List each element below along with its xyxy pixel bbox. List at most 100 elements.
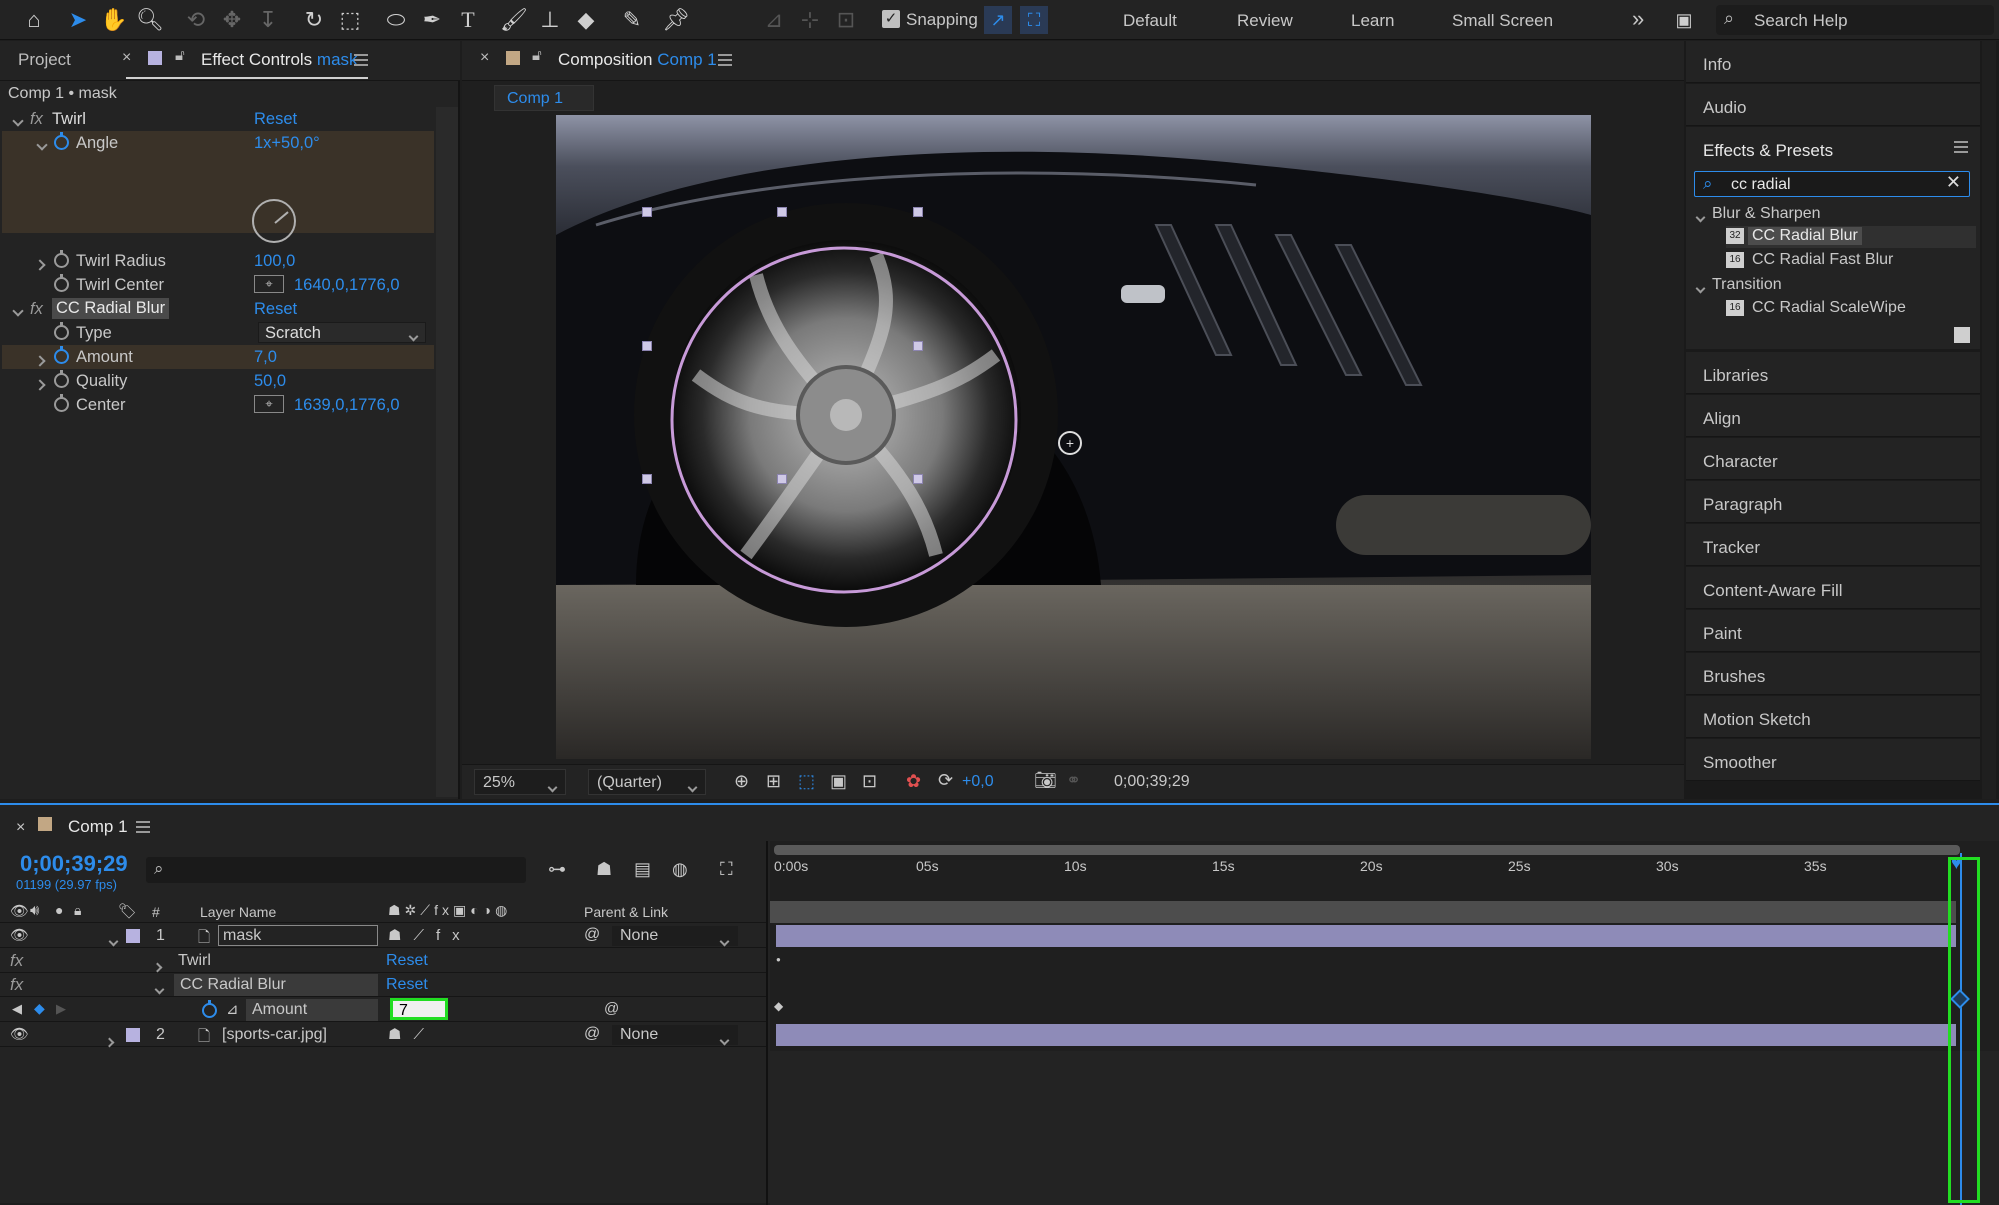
tab-composition[interactable]: Composition Comp 1	[558, 50, 717, 70]
layer-column-divider[interactable]	[766, 841, 768, 1205]
center-stopwatch-icon[interactable]	[54, 394, 69, 415]
brushes-panel-header[interactable]: Brushes	[1686, 653, 1980, 695]
clear-search-icon[interactable]: ✕	[1946, 172, 1961, 193]
effects-search-field[interactable]: ⌕ cc radial ✕	[1694, 171, 1970, 197]
quality-stopwatch-icon[interactable]	[54, 370, 69, 391]
timeline-search-field[interactable]: ⌕	[146, 857, 526, 883]
workspace-layout-icon[interactable]: ▣	[1670, 6, 1698, 34]
radial-blur-reset-link[interactable]: Reset	[254, 300, 297, 319]
radial-blur-effect-name[interactable]: CC Radial Blur	[52, 298, 170, 319]
graph-editor-icon[interactable]: ⛶	[720, 859, 733, 880]
audio-header-icon[interactable]: 🔊︎	[30, 902, 39, 919]
fx-icon[interactable]: fx	[30, 110, 43, 129]
layer-label-swatch[interactable]	[126, 929, 140, 943]
lock-icon[interactable]: 🔓︎	[175, 47, 185, 64]
amount-stopwatch-icon[interactable]	[54, 346, 69, 367]
layer-label-swatch[interactable]	[126, 1028, 140, 1042]
add-keyframe-icon[interactable]: ◆	[34, 1000, 45, 1017]
puppet-pin-icon[interactable]: 📌︎	[662, 6, 690, 34]
radial-blur-chevron-icon[interactable]	[12, 301, 24, 320]
viewer-canvas[interactable]: +	[556, 115, 1591, 759]
work-area-bar[interactable]	[774, 845, 1960, 855]
timeline-menu-icon[interactable]	[136, 821, 150, 833]
fast-previews-icon[interactable]: ⊕	[734, 771, 749, 792]
twirl-radius-row[interactable]: Twirl Radius 100,0	[2, 249, 434, 273]
quality-chevron-icon[interactable]	[34, 375, 46, 394]
layer-expand-chevron-icon[interactable]	[108, 930, 119, 950]
type-tool-icon[interactable]: T	[454, 6, 482, 34]
grid-guides-icon[interactable]: ⊡	[862, 771, 877, 792]
paragraph-panel-header[interactable]: Paragraph	[1686, 481, 1980, 523]
lock-header-icon[interactable]: 🔒︎	[74, 902, 81, 919]
mask-handle-tc[interactable]	[777, 207, 787, 217]
effects-presets-title[interactable]: Effects & Presets	[1703, 141, 1833, 161]
amount-edit-field[interactable]: 7	[390, 998, 448, 1020]
amount-chevron-icon[interactable]	[34, 351, 46, 370]
layer-name[interactable]: mask	[218, 925, 378, 946]
panel-menu-icon[interactable]	[354, 54, 368, 66]
amount-stopwatch-icon[interactable]	[202, 1000, 217, 1021]
mask-handle-tr[interactable]	[913, 207, 923, 217]
workspace-review[interactable]: Review	[1237, 11, 1293, 31]
layer-bar-mask[interactable]	[776, 925, 1956, 947]
quality-row[interactable]: Quality 50,0	[2, 369, 434, 393]
comp-flowchart-icon[interactable]: ⊶	[548, 859, 566, 880]
twirl-center-stopwatch-icon[interactable]	[54, 274, 69, 295]
group-blur-sharpen[interactable]: Blur & Sharpen	[1694, 203, 1976, 225]
snapping-checkbox[interactable]: ✓	[882, 10, 900, 28]
brush-tool-icon[interactable]: 🖌︎	[500, 6, 528, 34]
align-panel-header[interactable]: Align	[1686, 395, 1980, 437]
twirl-sub-row[interactable]: fx Twirl Reset	[0, 949, 766, 973]
snap-edges-icon[interactable]: ↗	[984, 6, 1012, 34]
visibility-eye-icon[interactable]: 👁︎	[10, 1025, 29, 1043]
graph-icon[interactable]: ⊿	[226, 1000, 239, 1018]
tab-project[interactable]: Project	[18, 50, 71, 70]
label-header-icon[interactable]: 🏷︎	[118, 902, 137, 920]
layer-expand-chevron-icon[interactable]	[104, 1031, 115, 1051]
color-channel-icon[interactable]: ✿	[906, 771, 921, 792]
workspace-small-screen[interactable]: Small Screen	[1452, 11, 1553, 31]
libraries-panel-header[interactable]: Libraries	[1686, 352, 1980, 394]
type-row[interactable]: Type Scratch	[2, 321, 434, 345]
show-snapshot-icon[interactable]: ⚭	[1066, 770, 1081, 791]
resolution-dropdown[interactable]: (Quarter)	[588, 769, 706, 795]
axis-local-icon[interactable]: ⊿	[760, 6, 788, 34]
center-value[interactable]: 1639,0,1776,0	[294, 396, 400, 415]
solo-header-icon[interactable]: ●	[55, 902, 63, 918]
twirl-reset-link[interactable]: Reset	[254, 110, 297, 129]
shy-layers-icon[interactable]: ☗	[596, 859, 612, 880]
new-preset-icon[interactable]	[1954, 327, 1970, 343]
mask-handle-br[interactable]	[913, 474, 923, 484]
parent-link-header[interactable]: Parent & Link	[584, 904, 668, 920]
snap-features-icon[interactable]: ⛶	[1020, 6, 1048, 34]
visibility-eye-icon[interactable]: 👁︎	[10, 926, 29, 944]
motion-blur-icon[interactable]: ◍	[672, 859, 688, 880]
type-stopwatch-icon[interactable]	[54, 322, 69, 343]
effect-controls-scrollbar[interactable]	[436, 107, 458, 797]
smoother-panel-header[interactable]: Smoother	[1686, 739, 1980, 781]
workspace-learn[interactable]: Learn	[1351, 11, 1394, 31]
clone-stamp-icon[interactable]: ⊥	[536, 6, 564, 34]
parent-dropdown[interactable]: None	[612, 1025, 738, 1046]
paint-panel-header[interactable]: Paint	[1686, 610, 1980, 652]
twirl-center-row[interactable]: Twirl Center ⌖ 1640,0,1776,0	[2, 273, 434, 297]
mask-handle-ml[interactable]	[642, 341, 652, 351]
character-panel-header[interactable]: Character	[1686, 438, 1980, 480]
switches-header-icon[interactable]: ☗✲⟋fx▣◐◑◍	[388, 902, 511, 919]
angle-dial[interactable]	[252, 199, 296, 243]
zoom-tool-icon[interactable]: 🔍︎	[136, 6, 164, 34]
angle-value[interactable]: 1x+50,0°	[254, 134, 320, 153]
radial-blur-effect-row[interactable]: fx CC Radial Blur Reset	[2, 297, 434, 321]
twirl-radius-stopwatch-icon[interactable]	[54, 250, 69, 271]
exposure-value[interactable]: +0,0	[962, 773, 994, 791]
composition-menu-icon[interactable]	[718, 54, 732, 66]
home-icon[interactable]: ⌂	[20, 6, 48, 34]
layer-row-sports-car[interactable]: 👁︎ 2 🗋 [sports-car.jpg] ☗⟋ @ None	[0, 1023, 766, 1048]
parent-dropdown[interactable]: None	[612, 926, 738, 947]
twirl-effect-row[interactable]: fx Twirl Reset	[2, 107, 434, 131]
hand-tool-icon[interactable]: ✋	[100, 6, 128, 34]
more-workspaces-button[interactable]: »	[1632, 6, 1644, 32]
workspace-default[interactable]: Default	[1123, 11, 1177, 31]
snapshot-camera-icon[interactable]: 📷︎	[1034, 770, 1057, 791]
expression-pickwhip-icon[interactable]: @	[604, 1000, 619, 1017]
